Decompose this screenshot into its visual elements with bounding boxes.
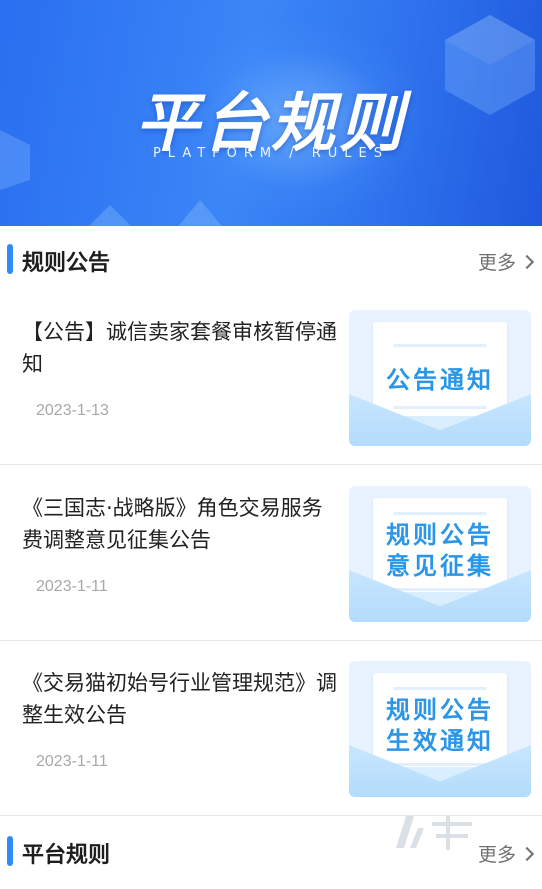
thumbnail-paper xyxy=(373,673,507,777)
thumbnail-paper xyxy=(373,498,507,602)
chevron-right-icon xyxy=(519,254,535,269)
platform-rules-banner: 平台规则 PLATFORM / RULES xyxy=(0,0,542,226)
thumbnail-label-line1: 规则公告 xyxy=(386,696,494,724)
announcement-date: 2023-1-13 xyxy=(36,402,109,419)
thumbnail-label-line2: 生效通知 xyxy=(386,727,494,755)
more-label: 更多 xyxy=(477,844,516,866)
announcement-thumbnail: 规则公告 意见征集 xyxy=(349,486,531,622)
announcements-section-header: 规则公告 更多 xyxy=(0,232,542,276)
announcement-item[interactable]: 《交易猫初始号行业管理规范》调整生效公告 2023-1-11 规则公告 生效通知 xyxy=(0,641,542,816)
announcement-title: 《交易猫初始号行业管理规范》调整生效公告 xyxy=(22,671,337,727)
announcement-thumbnail: 规则公告 生效通知 xyxy=(349,661,531,797)
section-title: 平台规则 xyxy=(22,843,111,868)
rules-more-link[interactable]: 更多 xyxy=(477,840,535,867)
announcement-date: 2023-1-11 xyxy=(36,578,108,595)
announcement-date: 2023-1-11 xyxy=(36,753,108,770)
announcements-more-link[interactable]: 更多 xyxy=(477,248,535,275)
thumbnail-label: 公告通知 xyxy=(386,366,494,394)
row-divider xyxy=(0,464,542,465)
section-accent-bar xyxy=(7,244,13,274)
announcement-title: 【公告】诚信卖家套餐审核暂停通知 xyxy=(22,320,337,376)
announcement-item[interactable]: 【公告】诚信卖家套餐审核暂停通知 2023-1-13 公告通知 xyxy=(0,290,542,465)
chevron-right-icon xyxy=(519,846,535,861)
announcement-title: 《三国志·战略版》角色交易服务费调整意见征集公告 xyxy=(22,496,323,552)
banner-cube-decoration-bottom xyxy=(89,200,222,226)
thumbnail-label-line2: 意见征集 xyxy=(386,552,494,580)
banner-subtitle: PLATFORM / RULES xyxy=(152,146,390,161)
announcement-thumbnail: 公告通知 xyxy=(349,310,531,446)
jiuyou-watermark-logo xyxy=(396,816,472,850)
thumbnail-label-line1: 规则公告 xyxy=(386,521,494,549)
section-accent-bar xyxy=(7,836,13,866)
section-title: 规则公告 xyxy=(22,251,111,276)
more-label: 更多 xyxy=(477,252,516,274)
announcement-item[interactable]: 《三国志·战略版》角色交易服务费调整意见征集公告 2023-1-11 规则公告 … xyxy=(0,466,542,641)
